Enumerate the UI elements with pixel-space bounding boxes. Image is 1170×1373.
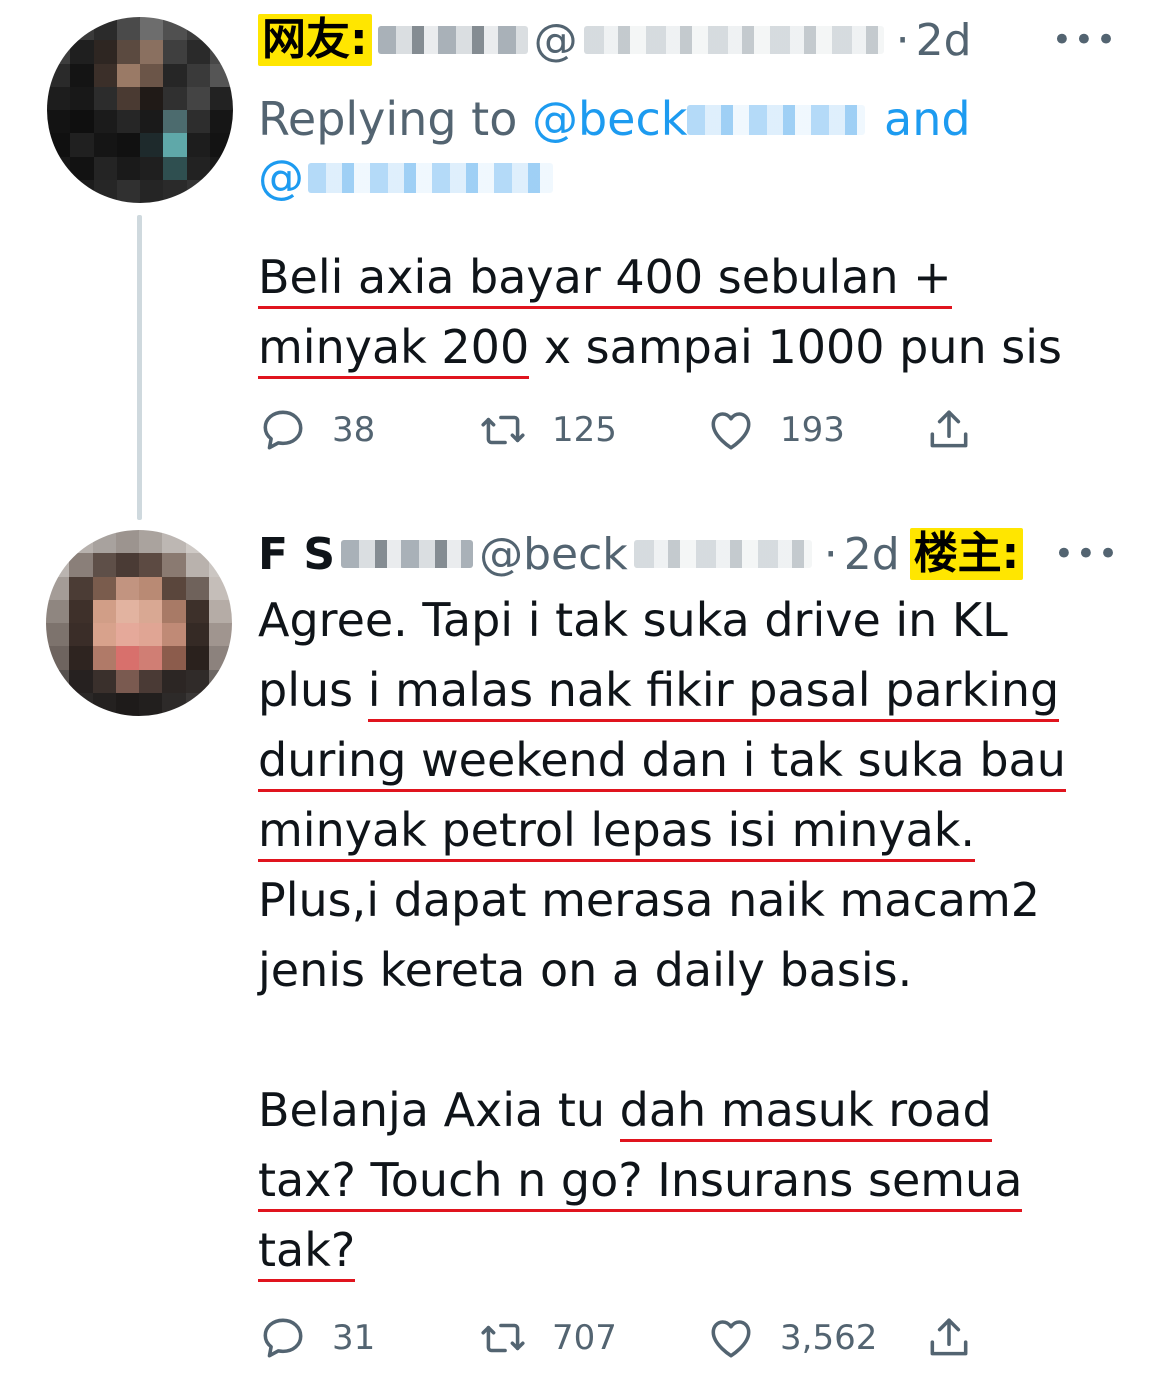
blurred-mention[interactable] [687, 105, 866, 135]
annotation-label: 网友: [258, 14, 372, 66]
like-count: 193 [780, 410, 845, 450]
handle[interactable]: @beck [479, 529, 628, 580]
tweet-header: 网友: @ · 2d [258, 12, 972, 68]
tweet-text: Agree. Tapi i tak suka drive in KL plus … [258, 585, 1138, 1285]
tweet-text: Beli axia bayar 400 sebulan + minyak 200… [258, 242, 1138, 382]
reply-icon [263, 410, 303, 450]
retweet-icon [481, 1323, 525, 1353]
annotation-label: 楼主: [909, 528, 1024, 580]
reply-button[interactable]: 31 [258, 1313, 375, 1363]
text-segment: Belanja Axia tu [258, 1083, 620, 1137]
retweet-button[interactable]: 125 [478, 405, 617, 455]
display-name[interactable]: F S [258, 529, 335, 580]
retweet-button[interactable]: 707 [478, 1313, 617, 1363]
tweet-original[interactable]: F S @beck · 2d 楼主: ••• Agree. Tapi i tak… [0, 490, 1170, 1373]
avatar[interactable] [47, 17, 233, 203]
timestamp[interactable]: 2d [844, 529, 900, 580]
reply-button[interactable]: 38 [258, 405, 375, 455]
reply-count: 31 [332, 1318, 376, 1358]
blurred-handle[interactable] [633, 540, 812, 568]
avatar[interactable] [46, 530, 232, 716]
blurred-handle[interactable] [583, 26, 884, 54]
blurred-mention[interactable] [308, 163, 553, 193]
share-button[interactable] [924, 405, 974, 455]
share-icon [930, 410, 968, 448]
pixelated-avatar-image [47, 17, 233, 203]
and-label: and [884, 92, 971, 146]
replying-to-line: Replying to @beck and @ [258, 90, 1138, 206]
pixelated-avatar-image [46, 530, 232, 716]
blurred-display-name[interactable] [377, 26, 528, 54]
heart-icon [711, 1320, 751, 1358]
underlined-text: tax? Touch n go? Insurans semua [258, 1153, 1023, 1212]
retweet-icon [481, 415, 525, 445]
text-segment: x sampai 1000 pun sis [529, 320, 1062, 374]
heart-icon [711, 412, 751, 450]
reply-count: 38 [332, 410, 376, 450]
underlined-text: tak? [258, 1223, 356, 1282]
separator-dot: · [823, 528, 838, 580]
mention-link[interactable]: @ [258, 150, 304, 204]
like-button[interactable]: 193 [706, 405, 845, 455]
reply-icon [263, 1318, 303, 1358]
underlined-text: i malas nak fikir pasal parking [367, 663, 1060, 722]
share-button[interactable] [924, 1313, 974, 1363]
text-line: jenis kereta on a daily basis. [258, 943, 913, 997]
like-count: 3,562 [780, 1318, 878, 1358]
thread-connector-line [137, 215, 142, 520]
like-button[interactable]: 3,562 [706, 1313, 877, 1363]
separator-dot: · [895, 14, 910, 66]
retweet-count: 125 [552, 410, 617, 450]
tweet-header: F S @beck · 2d 楼主: [258, 526, 1024, 582]
more-icon[interactable]: ••• [1054, 526, 1120, 582]
retweet-count: 707 [552, 1318, 617, 1358]
underlined-text: dah masuk road [619, 1083, 992, 1142]
underlined-text: Beli axia bayar 400 sebulan + [258, 250, 952, 309]
tweet-actions: 31 707 3,562 [258, 1310, 998, 1366]
text-segment: plus [258, 663, 368, 717]
more-icon[interactable]: ••• [1052, 12, 1118, 68]
share-icon [930, 1318, 968, 1356]
replying-to-label: Replying to [258, 92, 518, 146]
underlined-text: minyak petrol lepas isi minyak. [258, 803, 976, 862]
mention-link[interactable]: @beck [532, 92, 687, 146]
tweet-reply[interactable]: 网友: @ · 2d ••• Replying to @beck and @ B… [0, 0, 1170, 520]
handle-prefix[interactable]: @ [534, 15, 578, 66]
blurred-display-name[interactable] [341, 540, 474, 568]
timestamp[interactable]: 2d [916, 15, 972, 66]
underlined-text: during weekend dan i tak suka bau [258, 733, 1066, 792]
text-line: Plus,i dapat merasa naik macam2 [258, 873, 1041, 927]
text-line: Agree. Tapi i tak suka drive in KL [258, 593, 1008, 647]
tweet-actions: 38 125 193 [258, 402, 998, 458]
underlined-text: minyak 200 [258, 320, 530, 379]
